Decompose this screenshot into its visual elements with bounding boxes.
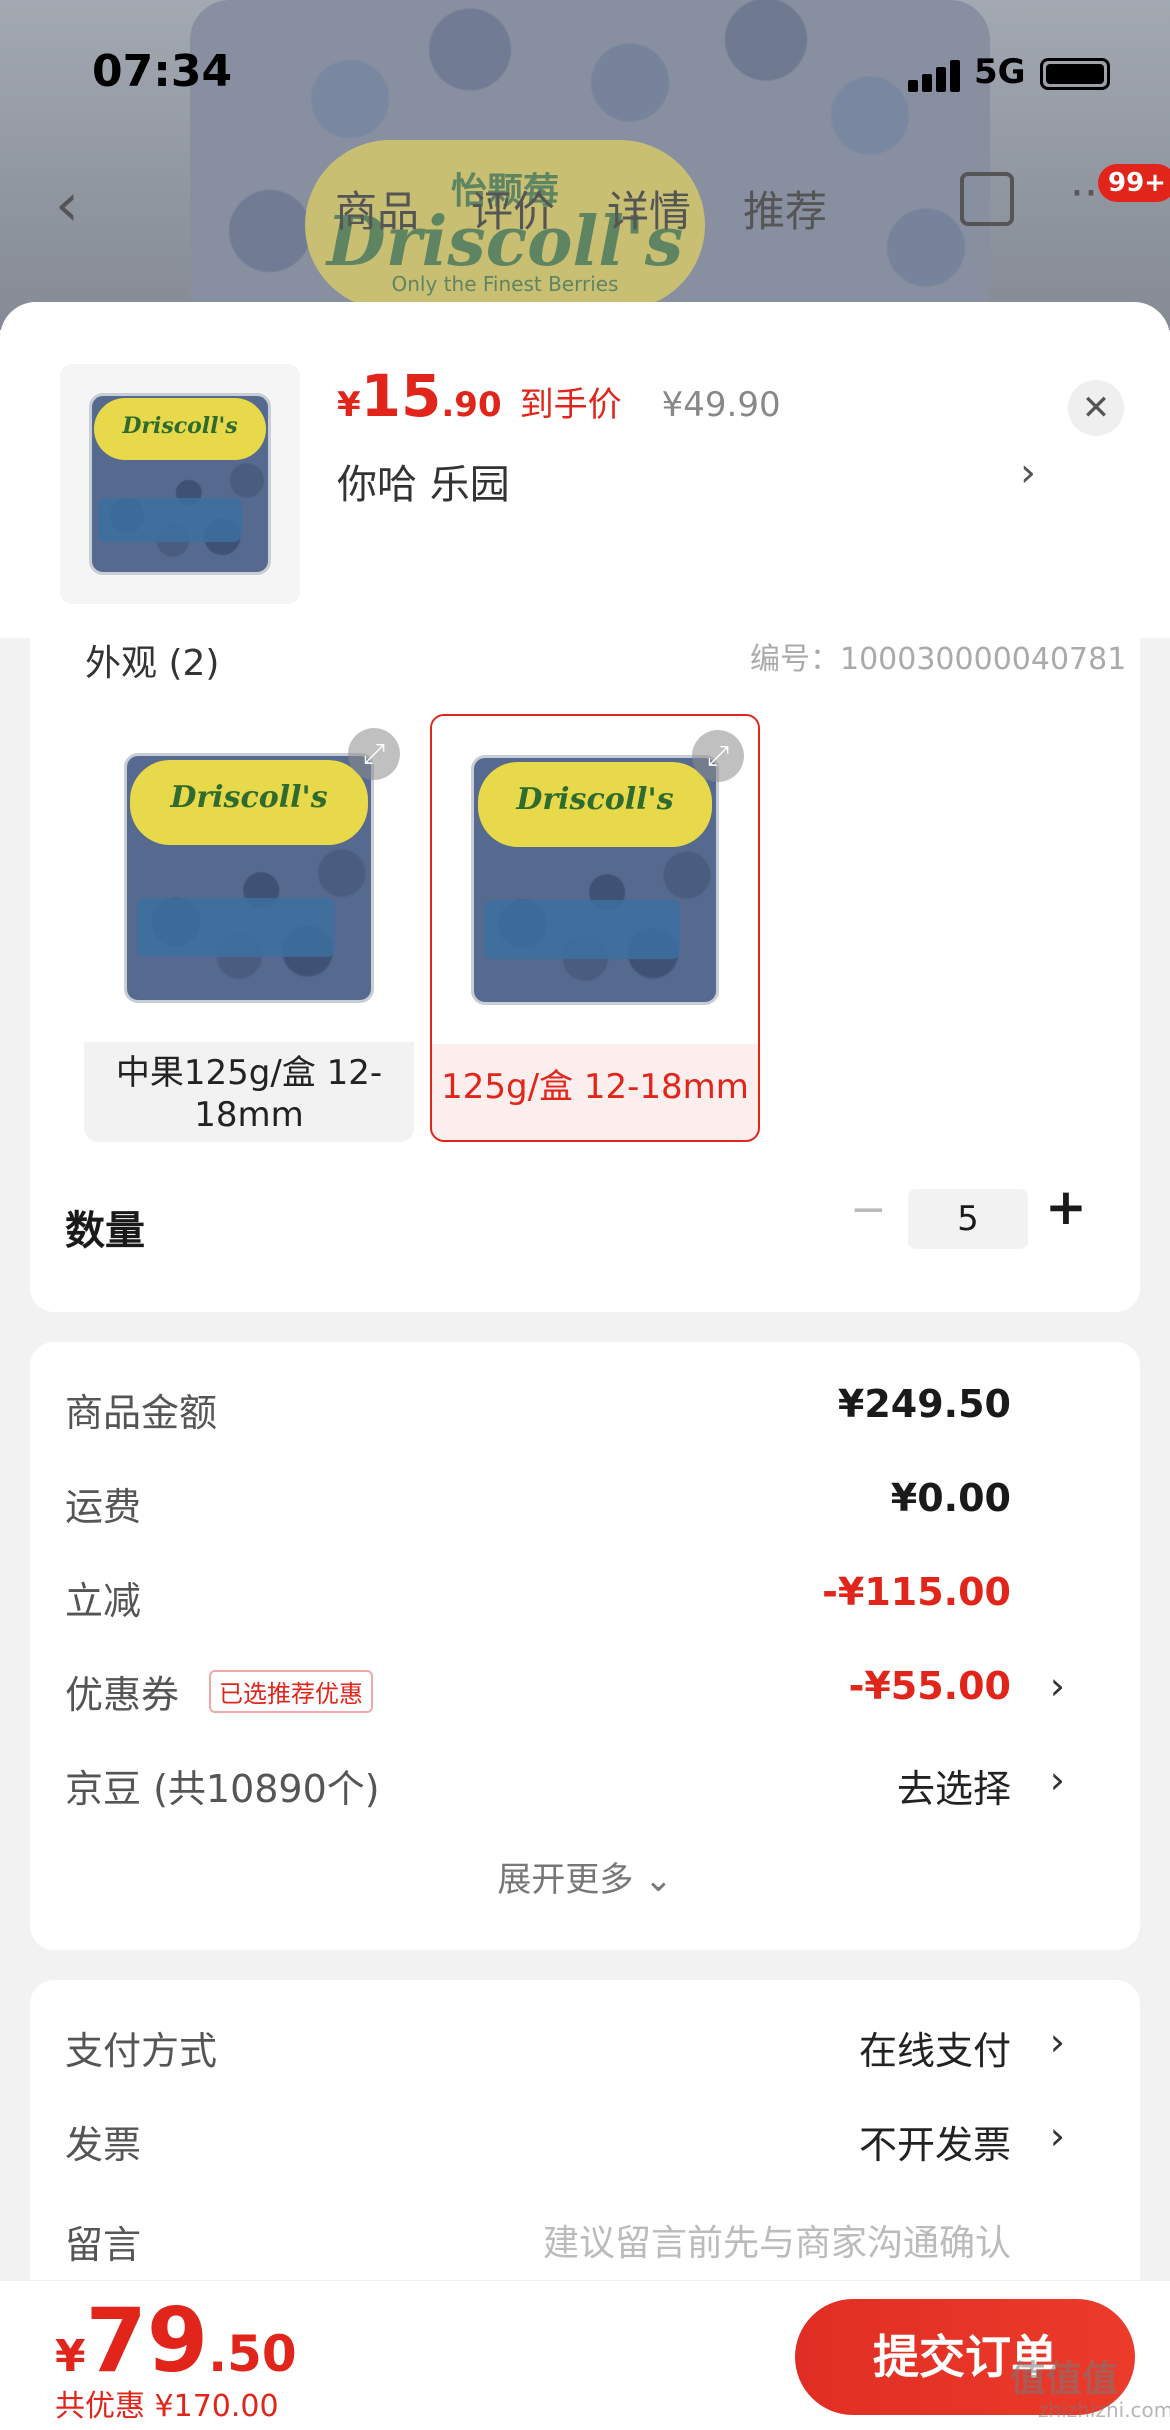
quantity-decrease-button[interactable]: − [850,1184,887,1235]
origin-label [136,897,335,957]
share-icon [960,172,1014,226]
row-value: 不开发票 [858,2123,1011,2167]
tab-details: 详情 [607,187,692,236]
row-label: 京豆 (共10890个) [65,1767,380,1811]
total-integer: 79 [85,2289,209,2392]
chevron-right-icon[interactable]: › [1020,450,1036,496]
spec-option-label: 中果125g/盒 12-18mm [115,1053,383,1135]
status-time: 07:34 [92,46,233,97]
row-value: ¥0.00 [890,1476,1011,1520]
chevron-right-icon: › [1049,1664,1065,1708]
tab-product: 商品 [335,187,420,236]
chevron-right-icon: › [1049,2114,1065,2158]
spec-option[interactable]: Driscoll's ⤢ 中果125g/盒 12-18mm [84,714,414,1142]
background-tabs: 商品 评价 详情 推荐 [335,178,827,239]
expand-more-button[interactable]: 展开更多 ⌄ [30,1852,1140,1901]
row-label: 商品金额 [65,1391,218,1435]
row-value: -¥115.00 [822,1570,1011,1614]
back-icon: ‹ [55,170,79,240]
row-value: ¥249.50 [837,1382,1011,1426]
selected-address[interactable]: 你哈 乐园 [337,452,510,510]
quantity-input[interactable]: 5 [908,1189,1028,1249]
price-details-card: 商品金额 ¥249.50 运费 ¥0.00 立减 -¥115.00 优惠券 已选… [30,1342,1140,1950]
network-type: 5G [974,52,1026,92]
price-line: ¥ 15 .90 到手价 ¥49.90 [337,362,781,430]
product-code: 编号：100030000040781 [750,642,1127,677]
total-price: ¥ 79 .50 [55,2289,297,2392]
row-payment-method[interactable]: 支付方式 在线支付 › [65,2020,1105,2080]
status-bar: 07:34 5G [0,0,1170,130]
row-label: 发票 [65,2123,142,2167]
order-sheet: Driscoll's ¥ 15 .90 到手价 ¥49.90 你哈 乐园 › ✕… [0,302,1170,2430]
watermark-url: zhizhizhi.com [1038,2398,1170,2422]
row-instant-discount: 立减 -¥115.00 [65,1570,1105,1630]
row-invoice[interactable]: 发票 不开发票 › [65,2114,1105,2174]
total-discount: 共优惠 ¥170.00 [55,2389,279,2424]
row-message[interactable]: 留言 建议留言前先与商家沟通确认 [65,2214,1105,2274]
brand-label: Driscoll's [130,759,368,846]
original-price: ¥49.90 [661,385,781,425]
spec-card: 外观 (2) 编号：100030000040781 Driscoll's ⤢ 中… [30,542,1140,1312]
price-currency: ¥ [337,385,361,425]
row-goods-amount: 商品金额 ¥249.50 [65,1382,1105,1442]
brand-label: Driscoll's [477,761,713,848]
row-label: 支付方式 [65,2029,218,2073]
background-nav: ‹ 商品 评价 详情 推荐 ··· 99+ [0,160,1170,250]
row-value: 在线支付 [858,2029,1011,2073]
price-decimal: .90 [441,385,502,425]
expand-icon[interactable]: ⤢ [692,730,744,782]
total-decimal: .50 [208,2325,297,2383]
sheet-header: Driscoll's ¥ 15 .90 到手价 ¥49.90 你哈 乐园 › ✕ [0,302,1170,638]
total-currency: ¥ [55,2331,86,2382]
expand-icon[interactable]: ⤢ [348,728,400,780]
origin-label [98,498,243,542]
message-badge: 99+ [1098,164,1170,202]
tab-reviews: 评价 [471,187,556,236]
quantity-label: 数量 [65,1208,145,1254]
spec-option-selected[interactable]: Driscoll's ⤢ 125g/盒 12-18mm [430,714,760,1142]
spec-section-title: 外观 (2) [85,643,220,684]
chevron-right-icon: › [1049,1758,1065,1802]
row-label: 优惠券 [65,1673,180,1717]
row-value: -¥55.00 [848,1664,1011,1708]
row-value: 去选择 [896,1767,1011,1811]
origin-label [484,899,680,959]
row-jd-beans[interactable]: 京豆 (共10890个) 去选择 › [65,1758,1105,1818]
spec-option-label: 125g/盒 12-18mm [441,1067,749,1107]
quantity-increase-button[interactable]: + [1045,1178,1087,1236]
chevron-right-icon: › [1049,2020,1065,2064]
coupon-tag: 已选推荐优惠 [209,1670,373,1713]
battery-icon [1040,58,1110,90]
price-integer: 15 [360,362,442,430]
product-thumbnail: Driscoll's [60,364,300,604]
row-label: 立减 [65,1579,142,1623]
brand-label: Driscoll's [93,397,267,460]
bottom-bar: ¥ 79 .50 共优惠 ¥170.00 提交订单 [0,2280,1170,2430]
row-coupon[interactable]: 优惠券 已选推荐优惠 -¥55.00 › [65,1664,1105,1724]
close-button[interactable]: ✕ [1068,380,1124,436]
message-input[interactable]: 建议留言前先与商家沟通确认 [543,2214,1011,2266]
watermark-logo: 值值值 [1010,2359,1119,2400]
row-shipping: 运费 ¥0.00 [65,1476,1105,1536]
signal-icon [908,60,960,92]
tab-recommend: 推荐 [743,187,828,236]
row-label: 运费 [65,1485,142,1529]
row-label: 留言 [65,2223,142,2267]
final-price-label: 到手价 [519,385,622,425]
